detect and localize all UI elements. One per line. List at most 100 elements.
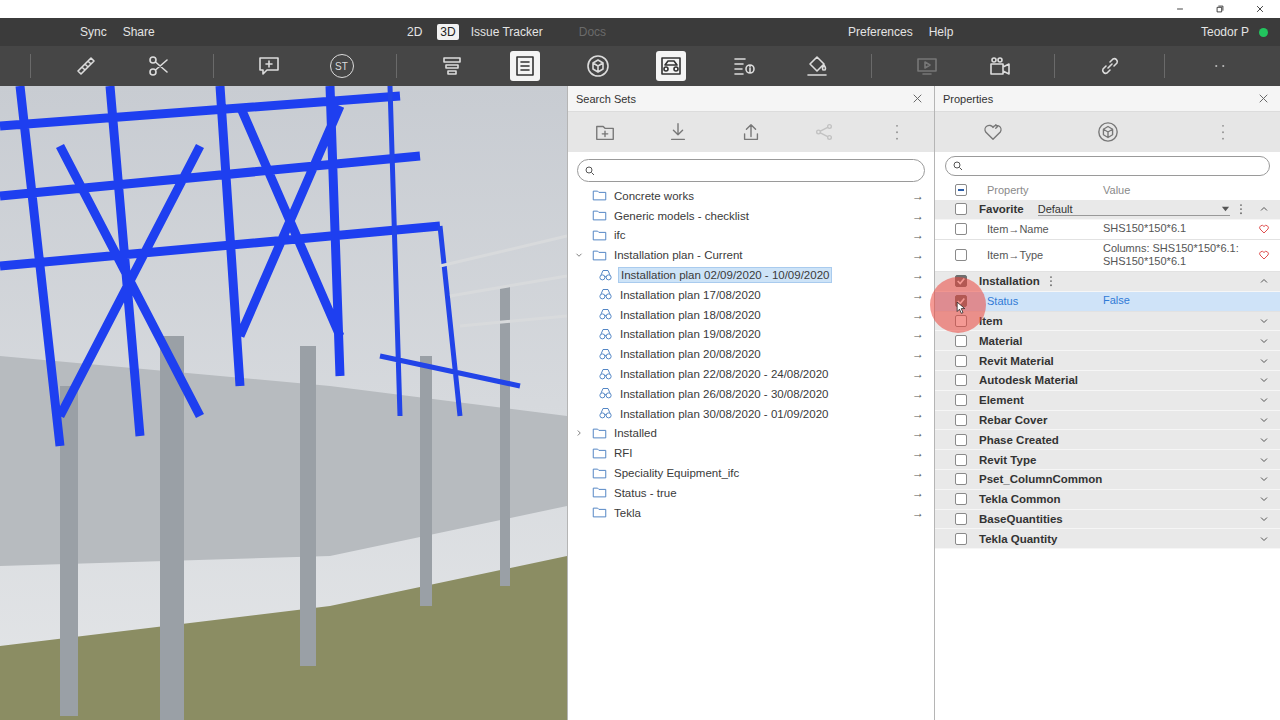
- expander[interactable]: [572, 486, 586, 500]
- open-arrow[interactable]: →: [906, 248, 924, 262]
- favorite-dropdown[interactable]: Default: [1038, 203, 1230, 216]
- chevron-down-icon[interactable]: [1258, 315, 1270, 327]
- chevron-down-icon[interactable]: [1258, 533, 1270, 545]
- toolbar-button[interactable]: [707, 51, 780, 81]
- group-checkbox[interactable]: [955, 434, 967, 446]
- toolbar-button[interactable]: [1073, 51, 1146, 81]
- search-set-row[interactable]: Installed→: [568, 424, 924, 444]
- chevron-down-icon[interactable]: [1258, 513, 1270, 525]
- property-group-row[interactable]: Installation: [935, 272, 1280, 292]
- property-group-row[interactable]: Material: [935, 331, 1280, 351]
- panel-tool-button[interactable]: [935, 121, 1050, 143]
- more-v-icon[interactable]: [1234, 202, 1248, 216]
- expander[interactable]: [572, 288, 586, 302]
- menu-item[interactable]: Share: [123, 25, 155, 39]
- group-checkbox[interactable]: [955, 454, 967, 466]
- menu-item[interactable]: Issue Tracker: [471, 25, 543, 39]
- menu-item[interactable]: Preferences: [848, 25, 913, 39]
- open-arrow[interactable]: →: [906, 506, 924, 520]
- chevron-down-icon[interactable]: [1258, 374, 1270, 386]
- property-group-row[interactable]: FavoriteDefault: [935, 200, 1280, 220]
- search-input[interactable]: [968, 159, 1263, 173]
- viewport-3d[interactable]: [0, 86, 567, 720]
- open-arrow[interactable]: →: [906, 486, 924, 500]
- close-icon[interactable]: [911, 92, 924, 105]
- expander[interactable]: [572, 248, 586, 262]
- chevron-up-icon[interactable]: [1258, 203, 1270, 215]
- search-set-row[interactable]: Concrete works→: [568, 186, 924, 206]
- search-set-row[interactable]: Speciality Equipment_ifc→: [568, 463, 924, 483]
- open-arrow[interactable]: →: [906, 407, 924, 421]
- property-group-row[interactable]: Rebar Cover: [935, 411, 1280, 431]
- open-arrow[interactable]: →: [906, 268, 924, 282]
- toolbar-button[interactable]: [561, 51, 634, 81]
- group-checkbox[interactable]: [955, 473, 967, 485]
- user-menu[interactable]: Teodor P: [1201, 25, 1280, 39]
- group-checkbox[interactable]: [955, 493, 967, 505]
- open-arrow[interactable]: →: [906, 308, 924, 322]
- chevron-down-icon[interactable]: [1258, 493, 1270, 505]
- panel-tool-button[interactable]: [1050, 121, 1165, 143]
- search-set-row[interactable]: Installation plan 22/08/2020 - 24/08/202…: [568, 364, 924, 384]
- group-checkbox[interactable]: [955, 203, 967, 215]
- expander[interactable]: [572, 189, 586, 203]
- favorite-toggle[interactable]: [1250, 223, 1270, 235]
- toolbar-button[interactable]: [963, 51, 1036, 81]
- property-group-row[interactable]: Phase Created: [935, 430, 1280, 450]
- close-button[interactable]: [1240, 0, 1280, 18]
- group-checkbox[interactable]: [955, 533, 967, 545]
- expander[interactable]: [572, 506, 586, 520]
- restore-button[interactable]: [1200, 0, 1240, 18]
- expander[interactable]: [572, 426, 586, 440]
- property-group-row[interactable]: Element: [935, 391, 1280, 411]
- property-checkbox[interactable]: [955, 249, 967, 261]
- open-arrow[interactable]: →: [906, 288, 924, 302]
- toolbar-button[interactable]: [488, 51, 561, 81]
- expander[interactable]: [572, 387, 586, 401]
- search-set-row[interactable]: Installation plan 26/08/2020 - 30/08/202…: [568, 384, 924, 404]
- search-set-row[interactable]: Installation plan 18/08/2020→: [568, 305, 924, 325]
- toolbar-button[interactable]: [634, 51, 707, 81]
- toolbar-button[interactable]: [232, 51, 305, 81]
- property-group-row[interactable]: Pset_ColumnCommon: [935, 470, 1280, 490]
- expander[interactable]: [572, 308, 586, 322]
- chevron-down-icon[interactable]: [1258, 473, 1270, 485]
- panel-tool-button[interactable]: [787, 121, 860, 143]
- property-group-row[interactable]: BaseQuantities: [935, 510, 1280, 530]
- toolbar-button[interactable]: [780, 51, 853, 81]
- view-toggle[interactable]: 3D: [437, 24, 458, 40]
- property-group-row[interactable]: Revit Material: [935, 351, 1280, 371]
- search-set-row[interactable]: Generic models - checklist→: [568, 206, 924, 226]
- toolbar-button[interactable]: [415, 51, 488, 81]
- open-arrow[interactable]: →: [906, 466, 924, 480]
- open-arrow[interactable]: →: [906, 228, 924, 242]
- chevron-down-icon[interactable]: [1258, 454, 1270, 466]
- property-group-row[interactable]: Item: [935, 312, 1280, 332]
- property-group-row[interactable]: Tekla Quantity: [935, 529, 1280, 549]
- search-set-row[interactable]: Installation plan 02/09/2020 - 10/09/202…: [568, 265, 924, 285]
- open-arrow[interactable]: →: [906, 387, 924, 401]
- menu-item[interactable]: Docs: [579, 25, 606, 39]
- property-row[interactable]: Item→NameSHS150*150*6.1: [935, 220, 1280, 240]
- group-checkbox[interactable]: [955, 513, 967, 525]
- chevron-down-icon[interactable]: [1258, 434, 1270, 446]
- toolbar-button[interactable]: [1183, 51, 1256, 81]
- property-group-row[interactable]: Autodesk Material: [935, 371, 1280, 391]
- chevron-down-icon[interactable]: [1258, 394, 1270, 406]
- minimize-button[interactable]: [1160, 0, 1200, 18]
- panel-tool-button[interactable]: [1165, 121, 1280, 143]
- open-arrow[interactable]: →: [906, 446, 924, 460]
- search-input[interactable]: [600, 164, 918, 178]
- search-set-row[interactable]: Installation plan - Current→: [568, 245, 924, 265]
- panel-tool-button[interactable]: [641, 121, 714, 143]
- panel-tool-button[interactable]: [860, 121, 933, 143]
- open-arrow[interactable]: →: [906, 347, 924, 361]
- toolbar-button[interactable]: [890, 51, 963, 81]
- open-arrow[interactable]: →: [906, 327, 924, 341]
- expander[interactable]: [572, 268, 586, 282]
- toolbar-button[interactable]: [49, 51, 122, 81]
- search-set-row[interactable]: Installation plan 19/08/2020→: [568, 325, 924, 345]
- search-set-row[interactable]: Installation plan 17/08/2020→: [568, 285, 924, 305]
- search-set-row[interactable]: Tekla→: [568, 503, 924, 523]
- expander[interactable]: [572, 446, 586, 460]
